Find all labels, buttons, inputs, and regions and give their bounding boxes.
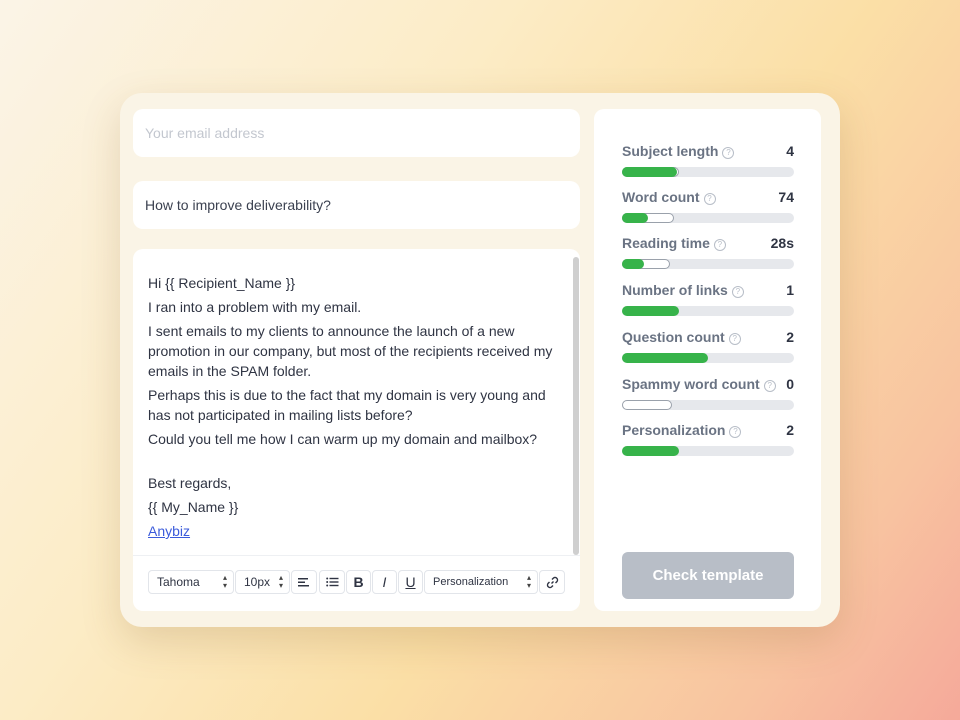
font-family-value: Tahoma (157, 575, 200, 589)
metric-progress-fill (622, 167, 678, 177)
metric-label: Reading time (622, 235, 710, 251)
metric-label: Question count (622, 329, 725, 345)
metric-row: Spammy word count? 0 (622, 375, 794, 410)
font-size-value: 10px (244, 575, 271, 589)
metric-header: Personalization? 2 (622, 421, 794, 439)
metric-progress-track (622, 446, 794, 456)
font-size-select[interactable]: 10px ▴ ▾ (235, 570, 290, 594)
bullet-list-button[interactable] (319, 570, 345, 594)
metric-header: Word count? 74 (622, 188, 794, 206)
editor-content[interactable]: Hi {{ Recipient_Name }} I ran into a pro… (148, 273, 560, 545)
metric-header: Spammy word count? 0 (622, 375, 794, 393)
help-icon[interactable]: ? (728, 332, 741, 345)
select-caret-icon: ▴ ▾ (526, 573, 531, 590)
metric-row: Word count? 74 (622, 188, 794, 223)
subject-field[interactable]: How to improve deliverability? (133, 181, 580, 229)
metric-value: 0 (786, 376, 794, 392)
metric-row: Question count? 2 (622, 328, 794, 363)
underline-button[interactable]: U (398, 570, 423, 594)
body-line-1: I ran into a problem with my email. (148, 299, 362, 315)
metric-progress-fill (622, 259, 645, 269)
metric-row: Subject length? 4 (622, 142, 794, 177)
company-link[interactable]: Anybiz (148, 523, 190, 539)
metric-progress-track (622, 167, 794, 177)
metric-progress-track (622, 259, 794, 269)
email-address-input[interactable] (145, 125, 568, 141)
select-caret-icon: ▴ ▾ (278, 573, 283, 590)
metric-label: Word count (622, 189, 700, 205)
metric-header: Number of links? 1 (622, 281, 794, 299)
metric-label-wrap: Subject length? (622, 143, 735, 159)
help-icon[interactable]: ? (731, 285, 744, 298)
insert-link-button[interactable] (539, 570, 565, 594)
metric-row: Reading time? 28s (622, 234, 794, 269)
template-stats-panel: Subject length? 4 Word count? 74 Reading tim… (594, 109, 821, 611)
help-icon[interactable]: ? (703, 192, 716, 205)
metric-label-wrap: Question count? (622, 329, 741, 345)
metric-label-wrap: Reading time? (622, 235, 726, 251)
metric-label: Spammy word count (622, 376, 760, 392)
metric-progress-track (622, 306, 794, 316)
help-icon[interactable]: ? (763, 379, 776, 392)
metric-value: 74 (778, 189, 794, 205)
italic-button[interactable]: I (372, 570, 397, 594)
check-template-button[interactable]: Check template (622, 552, 794, 599)
font-family-select[interactable]: Tahoma ▴ ▾ (148, 570, 234, 594)
metric-value: 28s (770, 235, 794, 251)
personalization-value: Personalization (433, 576, 509, 588)
metric-value: 1 (786, 282, 794, 298)
bold-button[interactable]: B (346, 570, 371, 594)
metric-row: Number of links? 1 (622, 281, 794, 316)
metric-label-wrap: Word count? (622, 189, 716, 205)
metric-row: Personalization? 2 (622, 421, 794, 456)
metric-label: Subject length (622, 143, 719, 159)
body-line-4: Could you tell me how I can warm up my d… (148, 431, 538, 447)
metric-progress-fill (622, 353, 708, 363)
metric-progress-track (622, 400, 794, 410)
metric-progress-fill (622, 213, 648, 223)
metric-value: 4 (786, 143, 794, 159)
help-icon[interactable]: ? (713, 238, 726, 251)
select-caret-icon: ▴ ▾ (222, 573, 227, 590)
align-button[interactable] (291, 570, 317, 594)
signature-name: {{ My_Name }} (148, 499, 239, 515)
email-field-container[interactable] (133, 109, 580, 157)
metric-header: Reading time? 28s (622, 234, 794, 252)
metric-label-wrap: Number of links? (622, 282, 744, 298)
bullet-list-icon (325, 577, 338, 587)
signoff-line: Best regards, (148, 475, 232, 491)
body-line-2: I sent emails to my clients to announce … (148, 323, 553, 379)
metric-progress-track (622, 353, 794, 363)
metric-label: Number of links (622, 282, 728, 298)
editor-scrollbar[interactable] (573, 257, 579, 555)
greeting-line: Hi {{ Recipient_Name }} (148, 275, 296, 291)
personalization-select[interactable]: Personalization ▴ ▾ (424, 570, 538, 594)
metric-progress-fill (622, 306, 679, 316)
metric-header: Subject length? 4 (622, 142, 794, 160)
italic-label: I (382, 574, 387, 590)
metric-label-wrap: Personalization? (622, 422, 742, 438)
subject-text[interactable]: How to improve deliverability? (145, 197, 331, 213)
metric-progress-track (622, 213, 794, 223)
metric-label: Personalization (622, 422, 726, 438)
formatting-toolbar: Tahoma ▴ ▾ 10px ▴ ▾ B I U Personalizatio… (133, 555, 580, 611)
metric-value: 2 (786, 422, 794, 438)
metric-value: 2 (786, 329, 794, 345)
message-editor[interactable]: Hi {{ Recipient_Name }} I ran into a pro… (133, 249, 580, 611)
link-icon (546, 576, 558, 588)
help-icon[interactable]: ? (722, 146, 735, 159)
metric-progress-marker (622, 400, 672, 410)
metric-progress-fill (622, 446, 679, 456)
bold-label: B (353, 574, 364, 590)
template-checker-card: How to improve deliverability? Hi {{ Rec… (120, 93, 840, 627)
align-left-icon (298, 578, 309, 587)
metric-label-wrap: Spammy word count? (622, 376, 776, 392)
body-line-3: Perhaps this is due to the fact that my … (148, 387, 546, 423)
help-icon[interactable]: ? (729, 425, 742, 438)
underline-label: U (405, 574, 416, 590)
metric-header: Question count? 2 (622, 328, 794, 346)
